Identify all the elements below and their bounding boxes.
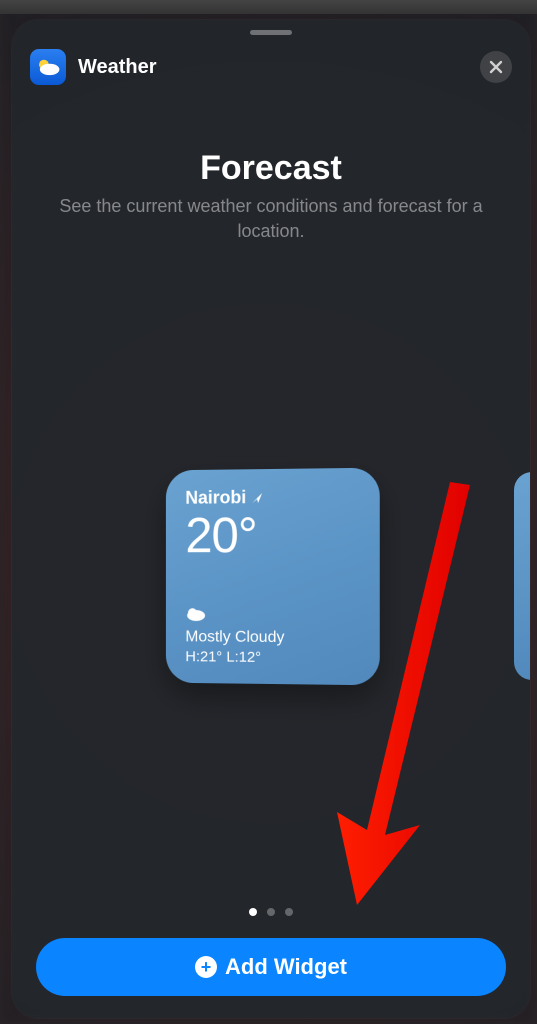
cloud-icon	[185, 605, 359, 627]
sheet-header: Weather	[12, 35, 530, 95]
widget-title: Forecast	[12, 149, 530, 188]
page-dot	[267, 908, 275, 916]
forecast-widget-small: Nairobi 20° Mostly Cloudy H:21° L:12°	[165, 467, 379, 685]
widget-temperature: 20°	[185, 505, 359, 564]
page-dot	[285, 908, 293, 916]
page-indicator[interactable]	[12, 908, 530, 916]
close-icon	[489, 60, 503, 74]
add-widget-button[interactable]: + Add Widget	[36, 938, 506, 996]
widget-subtitle: See the current weather conditions and f…	[12, 188, 530, 244]
recent-apps-peek	[0, 0, 537, 14]
widget-location-text: Nairobi	[185, 487, 246, 508]
location-arrow-icon	[250, 490, 264, 504]
widget-gallery-sheet: Weather Forecast See the current weather…	[12, 20, 530, 1018]
widget-condition: Mostly Cloudy	[185, 628, 359, 647]
plus-circle-icon: +	[195, 956, 217, 978]
page-dot	[249, 908, 257, 916]
close-button[interactable]	[480, 51, 512, 83]
widget-preview-stage[interactable]: Nairobi 20° Mostly Cloudy H:21° L:12°	[12, 244, 530, 908]
app-name: Weather	[78, 56, 157, 79]
weather-app-icon	[30, 49, 66, 85]
next-widget-peek[interactable]	[514, 472, 530, 680]
widget-high-low: H:21° L:12°	[185, 648, 359, 667]
add-widget-label: Add Widget	[225, 954, 347, 980]
